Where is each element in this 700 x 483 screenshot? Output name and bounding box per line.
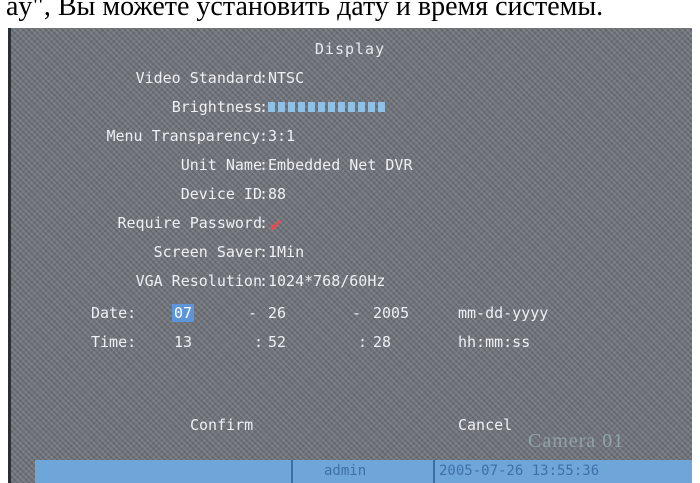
date-month-value[interactable]: 07 [172, 304, 195, 322]
vga-resolution-value[interactable]: 1024*768/60Hz [268, 272, 385, 290]
unit-name-value[interactable]: Embedded Net DVR [268, 156, 413, 174]
screen-saver-label: Screen Saver [153, 243, 262, 261]
date-year-field[interactable]: 2005 [373, 304, 409, 322]
vga-resolution-label: VGA Resolution [135, 272, 262, 290]
colon: : [259, 127, 269, 145]
camera-overlay-label: Camera 01 [528, 430, 625, 452]
unit-name-row[interactable]: Unit Name : Embedded Net DVR [8, 156, 692, 178]
menu-transparency-label: Menu Transparency [106, 127, 260, 145]
status-user: admin [324, 463, 367, 479]
date-format-label: mm-dd-yyyy [458, 304, 549, 322]
checkmark-icon[interactable]: ✔ [270, 214, 282, 234]
brightness-row[interactable]: Brightness : [8, 98, 692, 120]
date-label: Date: [91, 304, 137, 322]
time-format-label: hh:mm:ss [458, 333, 531, 351]
video-standard-row[interactable]: Video Standard : NTSC [8, 69, 692, 91]
time-separator: : [254, 333, 264, 351]
colon: : [259, 214, 269, 232]
menu-title: Display [314, 40, 386, 58]
date-separator: - [248, 304, 258, 322]
date-separator: - [352, 304, 362, 322]
device-id-label: Device ID [180, 185, 262, 203]
status-divider [433, 460, 435, 483]
status-bar: admin 2005-07-26 13:55:36 [35, 460, 692, 483]
cancel-button[interactable]: Cancel [458, 416, 512, 434]
brightness-slider[interactable] [268, 102, 388, 112]
screen-saver-value[interactable]: 1Min [268, 243, 304, 261]
caption-text: ay", Вы можете установить дату и время с… [6, 0, 604, 22]
time-minute-field[interactable]: 52 [268, 333, 286, 351]
time-separator: : [358, 333, 368, 351]
menu-transparency-row[interactable]: Menu Transparency : 3:1 [8, 127, 692, 149]
menu-transparency-value[interactable]: 3:1 [268, 127, 295, 145]
date-month-field[interactable]: 07 [172, 304, 195, 322]
require-password-row[interactable]: Require Password : ✔ [8, 214, 692, 236]
device-id-row[interactable]: Device ID : 88 [8, 185, 692, 207]
device-id-value[interactable]: 88 [268, 185, 286, 203]
require-password-label: Require Password [117, 214, 263, 232]
video-standard-label: Video Standard [135, 69, 262, 87]
vga-resolution-row[interactable]: VGA Resolution : 1024*768/60Hz [8, 272, 692, 294]
colon: : [259, 272, 269, 290]
colon: : [259, 185, 269, 203]
dvr-display-menu: Display Video Standard : NTSC Brightness… [8, 28, 692, 483]
confirm-button[interactable]: Confirm [190, 416, 253, 434]
video-standard-value[interactable]: NTSC [268, 69, 304, 87]
unit-name-label: Unit Name [180, 156, 262, 174]
colon: : [259, 98, 269, 116]
brightness-label: Brightness [171, 98, 262, 116]
time-hour-field[interactable]: 13 [174, 333, 192, 351]
time-second-field[interactable]: 28 [373, 333, 391, 351]
status-datetime: 2005-07-26 13:55:36 [439, 463, 600, 479]
colon: : [259, 156, 269, 174]
status-divider [291, 460, 293, 483]
time-label: Time: [91, 333, 137, 351]
colon: : [259, 69, 269, 87]
screen-saver-row[interactable]: Screen Saver : 1Min [8, 243, 692, 265]
colon: : [259, 243, 269, 261]
date-day-field[interactable]: 26 [268, 304, 286, 322]
